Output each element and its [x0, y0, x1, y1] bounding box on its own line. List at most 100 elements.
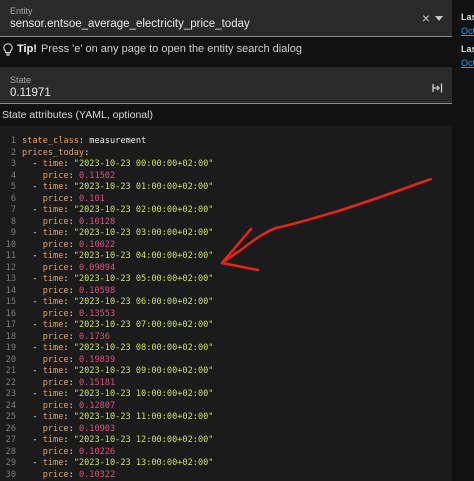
right-panel-link-1[interactable]: Octo	[461, 26, 474, 36]
code-token-key: price	[42, 446, 69, 457]
code-token-str: "2023-10-23 09:00:00+02:00"	[73, 366, 214, 376]
code-line[interactable]: 22 price: 0.15181	[0, 378, 452, 390]
entity-picker[interactable]: Entity sensor.entsoe_average_electricity…	[0, 0, 452, 37]
line-number: 4	[10, 170, 16, 181]
line-number: 8	[10, 216, 16, 227]
line-number: 23	[5, 389, 16, 399]
right-panel-heading-1: Las	[461, 12, 474, 22]
code-line[interactable]: 28 price: 0.10226	[0, 447, 452, 459]
line-number: 28	[5, 446, 16, 457]
code-line[interactable]: 30 price: 0.10322	[0, 470, 452, 481]
code-token-key: time	[42, 274, 64, 284]
code-line[interactable]: 4 price: 0.11502	[0, 171, 452, 183]
code-line[interactable]: 20 price: 0.19839	[0, 355, 452, 367]
code-line[interactable]: 25 - time: "2023-10-23 11:00:00+02:00"	[0, 412, 452, 424]
code-token-dash: -	[22, 435, 43, 445]
chevron-down-icon[interactable]	[435, 16, 443, 21]
yaml-code-editor[interactable]: 1 state_class: measurement 2 prices_today: 3…	[0, 126, 452, 481]
code-token-key: price	[42, 423, 69, 434]
right-panel-link-2[interactable]: Octo	[461, 58, 474, 68]
code-text: price: 0.101	[22, 194, 105, 206]
line-number: 20	[5, 354, 16, 365]
code-token-key: time	[42, 435, 64, 445]
state-label: State	[10, 75, 32, 85]
code-line[interactable]: 21 - time: "2023-10-23 09:00:00+02:00"	[0, 366, 452, 378]
code-token-dash: -	[22, 412, 43, 422]
code-text: price: 0.10598	[22, 286, 115, 298]
right-panel-heading-2: Las	[461, 44, 474, 54]
code-token-key: time	[42, 251, 64, 261]
code-token-plain: :	[63, 366, 74, 376]
code-line[interactable]: 5 - time: "2023-10-23 01:00:00+02:00"	[0, 182, 452, 194]
code-line[interactable]: 9 - time: "2023-10-23 03:00:00+02:00"	[0, 228, 452, 240]
line-number: 24	[5, 400, 16, 411]
line-number: 7	[10, 205, 16, 215]
code-token-plain: :	[68, 170, 79, 181]
code-token-key: price	[42, 354, 69, 365]
code-line[interactable]: 10 price: 0.10022	[0, 240, 452, 252]
line-number: 11	[5, 251, 16, 261]
code-token-str: "2023-10-23 13:00:00+02:00"	[73, 458, 214, 468]
close-icon[interactable]: ×	[420, 11, 432, 25]
code-token-plain: :	[68, 193, 79, 204]
code-line[interactable]: 24 price: 0.12807	[0, 401, 452, 413]
code-line[interactable]: 3 - time: "2023-10-23 00:00:00+02:00"	[0, 159, 452, 171]
code-token-key: time	[42, 228, 64, 238]
code-line[interactable]: 11 - time: "2023-10-23 04:00:00+02:00"	[0, 251, 452, 263]
code-token-plain: :	[63, 412, 74, 422]
tip-banner: Tip! Press 'e' on any page to open the e…	[2, 41, 302, 57]
code-token-str: "2023-10-23 02:00:00+02:00"	[73, 205, 214, 215]
code-text: - time: "2023-10-23 06:00:00+02:00"	[22, 297, 213, 309]
code-line[interactable]: 18 price: 0.1736	[0, 332, 452, 344]
line-number: 19	[5, 343, 16, 353]
code-line[interactable]: 7 - time: "2023-10-23 02:00:00+02:00"	[0, 205, 452, 217]
code-line[interactable]: 29 - time: "2023-10-23 13:00:00+02:00"	[0, 458, 452, 470]
line-number: 10	[5, 239, 16, 250]
code-text: - time: "2023-10-23 11:00:00+02:00"	[22, 412, 213, 424]
state-field[interactable]: State 0.11971	[0, 67, 452, 104]
code-token-key: time	[42, 205, 64, 215]
code-token-dash: -	[22, 182, 43, 192]
code-token-plain: :	[68, 377, 79, 388]
state-input[interactable]: 0.11971	[10, 87, 51, 99]
code-line[interactable]: 19 - time: "2023-10-23 08:00:00+02:00"	[0, 343, 452, 355]
code-token-key: price	[42, 239, 69, 250]
line-number: 16	[5, 308, 16, 319]
code-text: - time: "2023-10-23 13:00:00+02:00"	[22, 458, 213, 470]
entity-value[interactable]: sensor.entsoe_average_electricity_price_…	[10, 18, 250, 30]
code-line[interactable]: 8 price: 0.10128	[0, 217, 452, 229]
line-number: 26	[5, 423, 16, 434]
code-text: price: 0.10322	[22, 470, 115, 481]
code-line[interactable]: 2 prices_today:	[0, 148, 452, 160]
code-token-key: time	[42, 320, 64, 330]
code-text: - time: "2023-10-23 05:00:00+02:00"	[22, 274, 213, 286]
code-token-key: price	[42, 400, 69, 411]
code-line[interactable]: 17 - time: "2023-10-23 07:00:00+02:00"	[0, 320, 452, 332]
code-token-num: 0.10322	[78, 469, 116, 480]
code-token-dash: -	[22, 366, 43, 376]
code-line[interactable]: 13 - time: "2023-10-23 05:00:00+02:00"	[0, 274, 452, 286]
line-number: 25	[5, 412, 16, 422]
code-line[interactable]: 26 price: 0.10903	[0, 424, 452, 436]
code-line[interactable]: 27 - time: "2023-10-23 12:00:00+02:00"	[0, 435, 452, 447]
code-token-plain: :	[68, 423, 79, 434]
line-number: 2	[10, 147, 16, 158]
format-text-end-icon[interactable]	[432, 81, 444, 93]
code-line[interactable]: 6 price: 0.101	[0, 194, 452, 206]
code-token-plain: :	[63, 228, 74, 238]
code-line[interactable]: 15 - time: "2023-10-23 06:00:00+02:00"	[0, 297, 452, 309]
code-token-num: 0.13553	[78, 308, 116, 319]
code-line[interactable]: 14 price: 0.10598	[0, 286, 452, 298]
code-token-dash: -	[22, 159, 43, 169]
code-line[interactable]: 12 price: 0.09894	[0, 263, 452, 275]
code-line[interactable]: 23 - time: "2023-10-23 10:00:00+02:00"	[0, 389, 452, 401]
code-line[interactable]: 16 price: 0.13553	[0, 309, 452, 321]
code-line[interactable]: 1 state_class: measurement	[0, 136, 452, 148]
